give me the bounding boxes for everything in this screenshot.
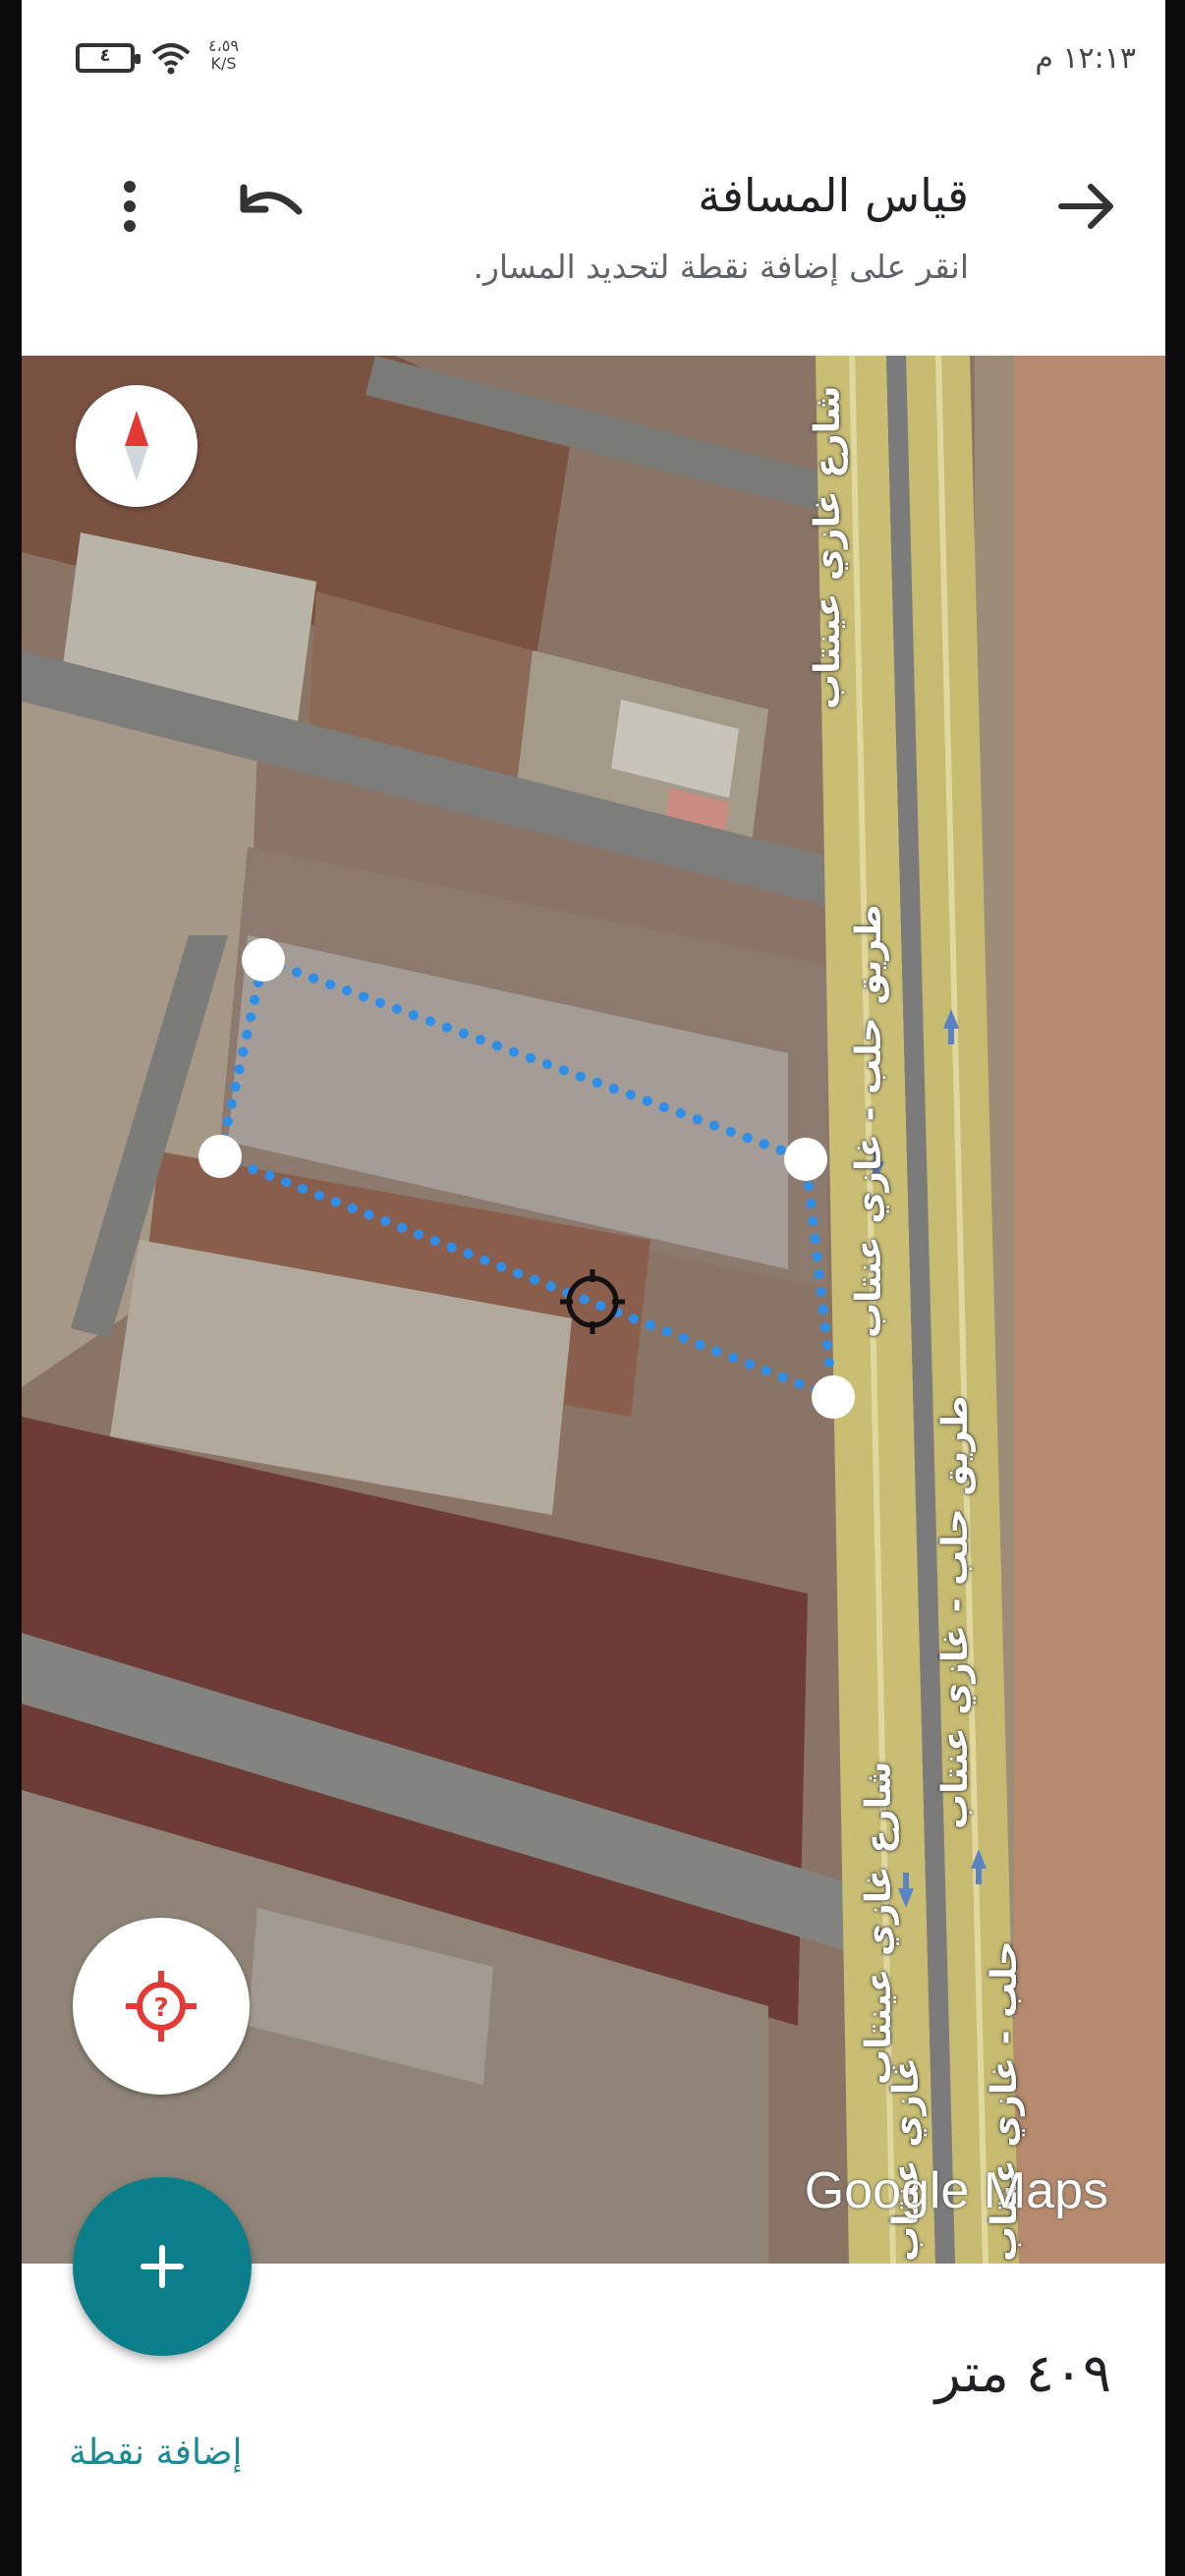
more-options-button[interactable] [100,167,159,246]
battery-icon: ٤ [76,43,141,73]
status-bar: ٤ ٤،٥٩ K/S ١٢:١٣ م [22,0,1165,128]
my-location-button[interactable]: ? [73,1918,250,2095]
add-point-fab[interactable] [73,2177,252,2356]
phone-screen: ٤ ٤،٥٩ K/S ١٢:١٣ م قياس المسافة انقر على… [22,0,1165,2576]
back-button[interactable] [1047,167,1126,246]
compass-icon [125,411,148,481]
add-point-link[interactable]: إضافة نقطة [69,2433,243,2473]
status-time: ١٢:١٣ م [1035,41,1136,76]
undo-icon [240,184,303,215]
network-speed-value: ٤،٥٩ [208,36,239,55]
arrow-back-icon [1058,184,1113,229]
satellite-map[interactable]: شارع غازي عينتاب طريق حلب - غازي عنتاب ط… [22,356,1165,2264]
battery-level: ٤ [99,45,111,66]
undo-button[interactable] [233,167,311,246]
road-label-4: شارع غازي عينتاب [859,1761,899,2085]
map-attribution: Google Maps [804,2162,1108,2219]
app-bar: قياس المسافة انقر على إضافة نقطة لتحديد … [22,128,1165,354]
distance-readout: ٤٠٩ متر [934,2342,1111,2404]
network-speed-unit: K/S [210,54,237,73]
more-vert-icon [124,181,136,232]
svg-text:?: ? [153,1993,168,2023]
locate-icon: ? [126,1971,197,2042]
road-label-1: شارع غازي عينتاب [808,385,848,709]
page-subtitle: انقر على إضافة نقطة لتحديد المسار. [473,248,969,286]
network-speed: ٤،٥٩ K/S [208,37,239,73]
compass-button[interactable] [76,385,198,507]
screen-bezel-right [1165,0,1185,2576]
road-label-3: طريق حلب - غازي عنتاب [935,1395,976,1829]
road-label-5: غازي عنتاب [886,2056,927,2262]
wifi-icon [151,43,191,75]
page-title: قياس المسافة [698,169,969,222]
screen-bezel-left [0,0,22,2576]
road-label-2: طريق حلب - غازي عنتاب [849,904,889,1338]
plus-icon [141,2245,184,2288]
